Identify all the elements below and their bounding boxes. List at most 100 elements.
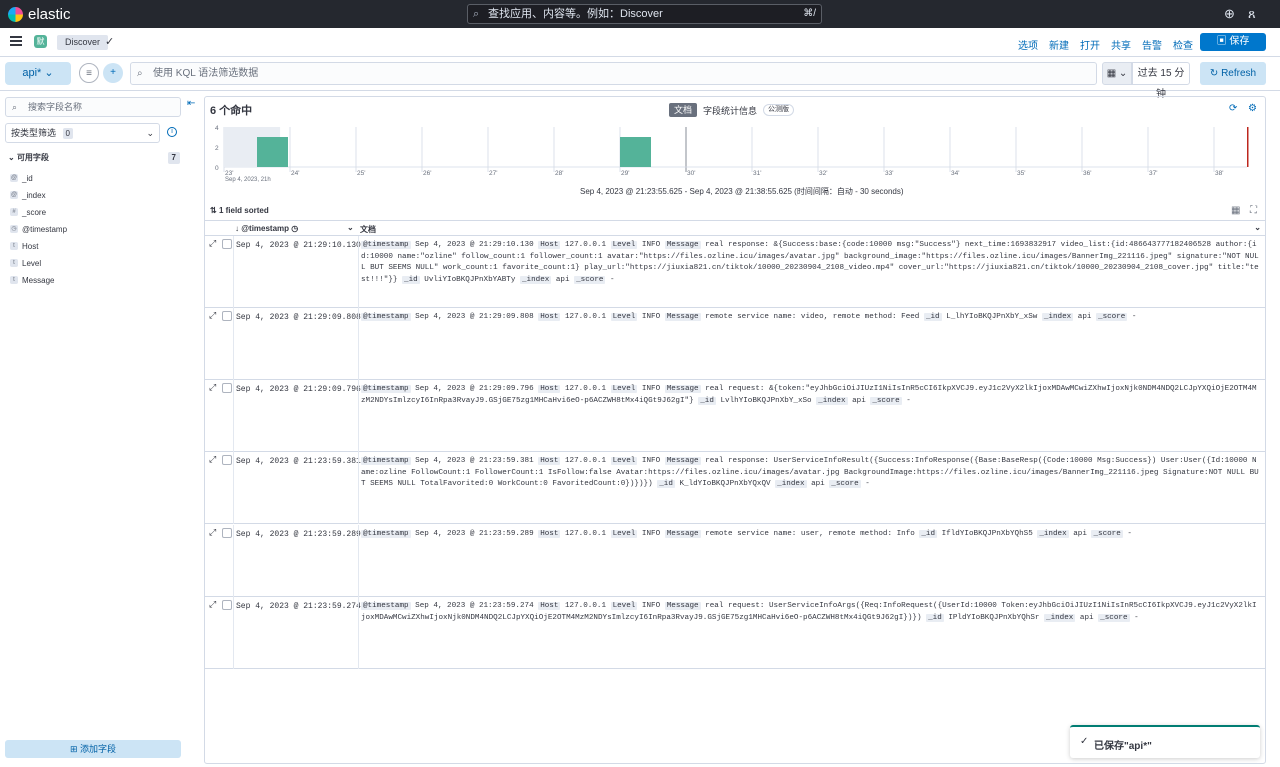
- x-tick-label: 28': [555, 170, 563, 177]
- app-header: 默 Discover ✓ 选项 新建 打开 共享 告警 检查: [0, 28, 1280, 57]
- doc-key: _index: [1044, 613, 1076, 622]
- kql-search-input[interactable]: ⌕ 使用 KQL 语法筛选数据: [130, 62, 1097, 85]
- doc-value: Sep 4, 2023 @ 21:23:59.381: [415, 457, 534, 465]
- chart-visualize-icon[interactable]: ⟳: [1229, 103, 1237, 114]
- calendar-icon: ▦ ⌄: [1106, 68, 1128, 79]
- x-tick-label: 25': [357, 170, 365, 177]
- row-timestamp: Sep 4, 2023 @ 21:29:10.130: [236, 241, 361, 250]
- fullscreen-icon[interactable]: ⛶: [1250, 205, 1257, 216]
- field-search-input[interactable]: ⌕ 搜索字段名称: [5, 97, 181, 117]
- menu-new[interactable]: 新建: [1049, 37, 1069, 52]
- quick-date-picker[interactable]: ▦ ⌄: [1102, 62, 1132, 85]
- sort-icon: ⇅: [210, 206, 219, 215]
- column-divider: [233, 452, 234, 524]
- user-menu-icon[interactable]: ጸ: [1248, 6, 1256, 22]
- doc-value: api: [1079, 613, 1094, 622]
- sort-indicator[interactable]: ⇅ 1 field sorted: [210, 206, 269, 215]
- histogram-bar[interactable]: [257, 137, 288, 167]
- histogram-y-ticks: 0 2 4: [215, 125, 219, 172]
- doc-value: -: [1131, 313, 1137, 321]
- chevron-down-icon: ⌄: [41, 67, 54, 79]
- field-item[interactable]: t Level: [10, 257, 41, 269]
- filter-menu-button[interactable]: ≡: [79, 63, 99, 83]
- field-type-icon: t: [10, 242, 18, 250]
- expand-row-icon[interactable]: ⤢: [209, 382, 216, 393]
- y-tick-label: 2: [215, 145, 219, 152]
- menu-alerts[interactable]: 告警: [1142, 37, 1162, 52]
- chevron-down-icon[interactable]: ⌄: [347, 223, 354, 232]
- help-icon[interactable]: ⊕: [1224, 6, 1235, 22]
- histogram-bar[interactable]: [620, 137, 651, 167]
- beta-badge: 公测版: [763, 104, 795, 116]
- menu-open[interactable]: 打开: [1080, 37, 1100, 52]
- row-checkbox[interactable]: [222, 311, 232, 321]
- elastic-logo[interactable]: elastic: [8, 4, 71, 24]
- row-checkbox[interactable]: [222, 383, 232, 393]
- doc-value: 127.0.0.1: [564, 241, 606, 249]
- save-label: 保存: [1229, 36, 1250, 47]
- table-row[interactable]: ⤢ Sep 4, 2023 @ 21:23:59.381 @timestamp Se…: [205, 452, 1265, 524]
- expand-row-icon[interactable]: ⤢: [209, 238, 216, 249]
- table-row[interactable]: ⤢ Sep 4, 2023 @ 21:29:09.808 @timestamp Se…: [205, 308, 1265, 380]
- menu-icon[interactable]: [10, 36, 22, 46]
- save-button[interactable]: ▣ 保存: [1200, 33, 1266, 51]
- field-item[interactable]: ◷ @timestamp: [10, 223, 67, 235]
- doc-value: -: [906, 396, 911, 405]
- row-document: @timestamp Sep 4, 2023 @ 21:23:59.381 Ho…: [361, 456, 1261, 491]
- doc-key: Level: [610, 602, 638, 610]
- table-row[interactable]: ⤢ Sep 4, 2023 @ 21:23:59.289 @timestamp Se…: [205, 525, 1265, 597]
- density-icon[interactable]: ▦: [1231, 205, 1240, 216]
- field-item[interactable]: t Host: [10, 240, 38, 252]
- filter-by-type-button[interactable]: 按类型筛选 0 ⌄: [5, 123, 160, 143]
- field-type-icon: @: [10, 191, 18, 199]
- menu-options[interactable]: 选项: [1018, 37, 1038, 52]
- doc-value: 127.0.0.1: [564, 385, 606, 393]
- table-row[interactable]: ⤢ Sep 4, 2023 @ 21:23:59.274 @timestamp Se…: [205, 597, 1265, 669]
- column-header-document[interactable]: 文档: [360, 224, 376, 235]
- global-search-input[interactable]: ⌕ 查找应用、内容等。例如：Discover ⌘/: [467, 4, 822, 24]
- chevron-down-icon[interactable]: ⌄: [1254, 223, 1261, 232]
- expand-row-icon[interactable]: ⤢: [209, 599, 216, 610]
- collapse-sidebar-icon[interactable]: ⇤: [187, 98, 195, 109]
- field-item[interactable]: @ _index: [10, 189, 46, 201]
- breadcrumb[interactable]: Discover: [57, 35, 109, 50]
- add-field-button[interactable]: ⊞ 添加字段: [5, 740, 181, 758]
- add-filter-button[interactable]: +: [103, 63, 123, 83]
- table-row[interactable]: ⤢ Sep 4, 2023 @ 21:29:10.130 @timestamp Se…: [205, 236, 1265, 308]
- column-header-timestamp[interactable]: ↓ @timestamp ◷: [235, 224, 355, 233]
- time-range-display[interactable]: 过去 15 分钟: [1132, 62, 1190, 100]
- data-view-picker[interactable]: api* ⌄: [5, 62, 71, 85]
- doc-key: Host: [538, 530, 561, 538]
- save-icon: ▣: [1216, 36, 1230, 47]
- chart-settings-icon[interactable]: ⚙: [1248, 103, 1257, 114]
- menu-inspect[interactable]: 检查: [1173, 37, 1193, 52]
- doc-value: INFO: [641, 241, 661, 249]
- row-checkbox[interactable]: [222, 455, 232, 465]
- space-avatar[interactable]: 默: [34, 35, 47, 48]
- expand-row-icon[interactable]: ⤢: [209, 310, 216, 321]
- field-type-icon: #: [10, 208, 18, 216]
- expand-row-icon[interactable]: ⤢: [209, 527, 216, 538]
- field-name: Host: [22, 241, 39, 251]
- row-document: @timestamp Sep 4, 2023 @ 21:29:09.796 Ho…: [361, 384, 1261, 407]
- row-checkbox[interactable]: [222, 239, 232, 249]
- refresh-button[interactable]: ↻ Refresh: [1200, 62, 1266, 85]
- menu-share[interactable]: 共享: [1111, 37, 1131, 52]
- tab-documents[interactable]: 文档: [669, 103, 698, 117]
- available-fields-header[interactable]: ⌄ 可用字段 7: [8, 152, 180, 164]
- doc-value: api: [1077, 313, 1092, 321]
- field-item[interactable]: @ _id: [10, 172, 33, 184]
- tab-field-stats[interactable]: 字段统计信息: [703, 104, 757, 117]
- expand-row-icon[interactable]: ⤢: [209, 454, 216, 465]
- doc-key: Message: [664, 385, 701, 393]
- doc-key: Level: [610, 530, 638, 538]
- info-icon[interactable]: i: [167, 127, 177, 137]
- row-checkbox[interactable]: [222, 600, 232, 610]
- field-item[interactable]: # _score: [10, 206, 46, 218]
- row-checkbox[interactable]: [222, 528, 232, 538]
- doc-value: INFO: [641, 457, 661, 465]
- table-row[interactable]: ⤢ Sep 4, 2023 @ 21:29:09.796 @timestamp Se…: [205, 380, 1265, 452]
- x-tick-label: 26': [423, 170, 431, 177]
- row-timestamp: Sep 4, 2023 @ 21:23:59.381: [236, 457, 361, 466]
- field-item[interactable]: t Message: [10, 274, 54, 286]
